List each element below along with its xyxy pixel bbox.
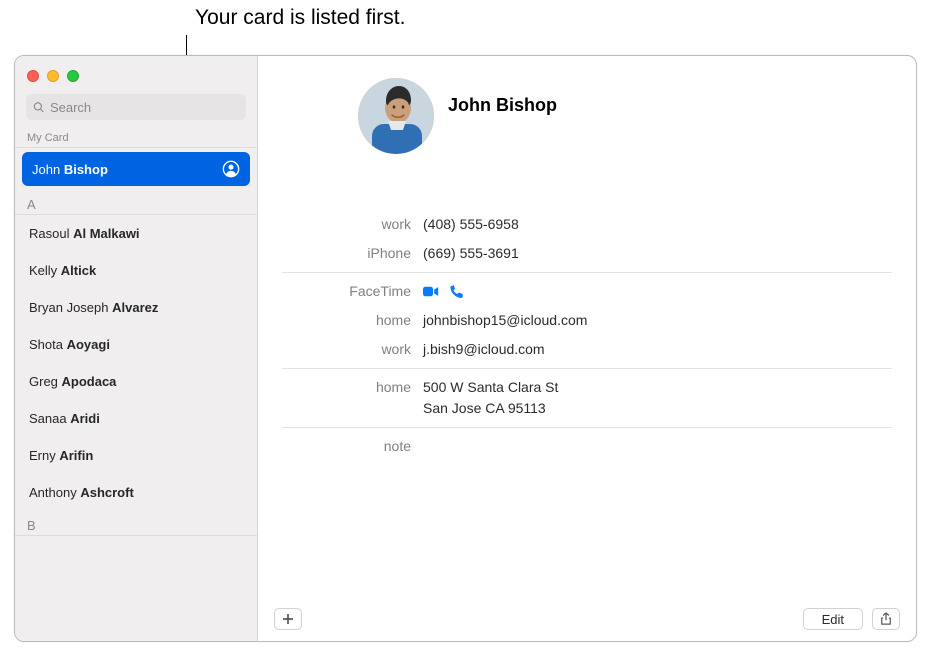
mycard-header: My Card xyxy=(15,126,257,148)
search-field[interactable] xyxy=(26,94,246,120)
contact-row[interactable]: Kelly Altick xyxy=(15,252,257,289)
search-icon xyxy=(33,101,45,114)
note-value[interactable] xyxy=(421,436,423,457)
address-home-value[interactable]: 500 W Santa Clara St San Jose CA 95113 xyxy=(421,377,558,419)
address-home-label: home xyxy=(258,377,421,419)
window-controls xyxy=(15,56,257,86)
detail-footer: Edit xyxy=(258,597,916,641)
contact-name: Greg Apodaca xyxy=(29,374,116,389)
note-label: note xyxy=(258,436,421,457)
separator xyxy=(282,272,892,273)
separator xyxy=(282,368,892,369)
edit-button[interactable]: Edit xyxy=(803,608,863,630)
facetime-audio-icon[interactable] xyxy=(449,284,465,299)
contact-name: Erny Arifin xyxy=(29,448,93,463)
email-home-label: home xyxy=(258,310,421,331)
phone-work-label: work xyxy=(258,214,421,235)
contact-name: Bryan Joseph Alvarez xyxy=(29,300,158,315)
share-icon xyxy=(880,612,892,626)
zoom-window-button[interactable] xyxy=(67,70,79,82)
letter-header: B xyxy=(15,511,257,536)
phone-work-value[interactable]: (408) 555-6958 xyxy=(421,214,519,235)
contact-name: Kelly Altick xyxy=(29,263,96,278)
minimize-window-button[interactable] xyxy=(47,70,59,82)
me-icon xyxy=(222,160,240,178)
mycard-row[interactable]: John Bishop xyxy=(22,152,250,186)
callout-text: Your card is listed first. xyxy=(195,6,405,30)
contact-name: John Bishop xyxy=(32,162,108,177)
app-window: My Card John Bishop A Rasoul Al Malkawi Ke… xyxy=(14,55,917,642)
sidebar: My Card John Bishop A Rasoul Al Malkawi Ke… xyxy=(15,56,258,641)
avatar[interactable] xyxy=(358,78,434,154)
contact-row[interactable]: Greg Apodaca xyxy=(15,363,257,400)
close-window-button[interactable] xyxy=(27,70,39,82)
email-home-value[interactable]: johnbishop15@icloud.com xyxy=(421,310,587,331)
plus-icon xyxy=(282,613,294,625)
contact-list[interactable]: My Card John Bishop A Rasoul Al Malkawi Ke… xyxy=(15,126,257,641)
phone-iphone-value[interactable]: (669) 555-3691 xyxy=(421,243,519,264)
add-button[interactable] xyxy=(274,608,302,630)
separator xyxy=(282,427,892,428)
contact-row[interactable]: Sanaa Aridi xyxy=(15,400,257,437)
share-button[interactable] xyxy=(872,608,900,630)
contact-row[interactable]: Bryan Joseph Alvarez xyxy=(15,289,257,326)
email-work-value[interactable]: j.bish9@icloud.com xyxy=(421,339,545,360)
contact-row[interactable]: Anthony Ashcroft xyxy=(15,474,257,511)
contact-row[interactable]: Shota Aoyagi xyxy=(15,326,257,363)
letter-header: A xyxy=(15,190,257,215)
contact-name: Rasoul Al Malkawi xyxy=(29,226,140,241)
contact-name: Shota Aoyagi xyxy=(29,337,110,352)
contact-detail: John Bishop work (408) 555-6958 iPhone (… xyxy=(258,56,916,641)
contact-row[interactable]: Erny Arifin xyxy=(15,437,257,474)
contact-row[interactable]: Rasoul Al Malkawi xyxy=(15,215,257,252)
email-work-label: work xyxy=(258,339,421,360)
phone-iphone-label: iPhone xyxy=(258,243,421,264)
contact-title: John Bishop xyxy=(448,95,557,116)
facetime-label: FaceTime xyxy=(258,281,421,302)
search-input[interactable] xyxy=(50,100,239,115)
contact-name: Anthony Ashcroft xyxy=(29,485,134,500)
facetime-video-icon[interactable] xyxy=(423,284,439,299)
contact-name: Sanaa Aridi xyxy=(29,411,100,426)
